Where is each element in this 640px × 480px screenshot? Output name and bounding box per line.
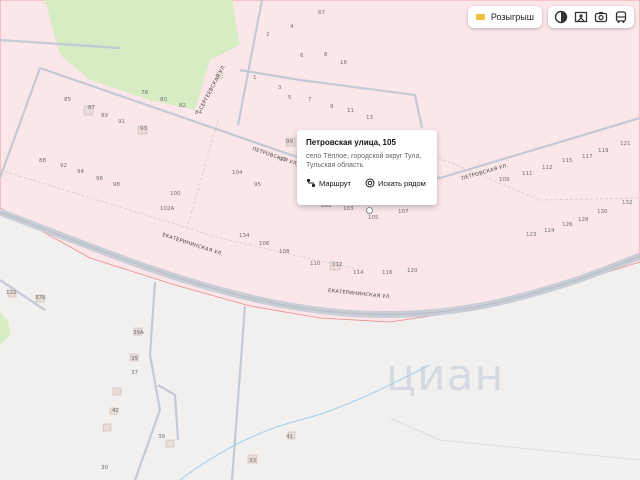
- house-number: 95: [254, 182, 261, 188]
- house-number: 117: [582, 154, 593, 160]
- popup-title: Петровская улица, 105: [306, 138, 396, 147]
- route-icon: [306, 178, 316, 188]
- address-popup: Петровская улица, 105 село Тёплое, город…: [297, 130, 437, 205]
- house-number: 13: [366, 115, 373, 121]
- house-number: 39А: [133, 330, 144, 336]
- house-number: 87: [88, 105, 95, 111]
- house-number: 82: [179, 103, 186, 109]
- watermark: циан: [386, 350, 505, 401]
- house-number: 124: [544, 228, 555, 234]
- house-number: 67: [318, 10, 325, 16]
- promo-label: Розыгрыш: [490, 12, 534, 22]
- house-number: 78: [141, 90, 148, 96]
- house-number: 132: [622, 200, 633, 206]
- house-number: 112: [332, 262, 343, 268]
- house-number: 120: [407, 268, 418, 274]
- house-number: 104: [232, 170, 243, 176]
- house-number: 107: [398, 209, 409, 215]
- house-number: 123: [526, 232, 537, 238]
- house-number: 35: [131, 356, 138, 362]
- house-number: 88: [39, 158, 46, 164]
- house-number: 9: [330, 104, 334, 110]
- house-number: 37Б: [35, 295, 46, 301]
- house-number: 85: [64, 97, 71, 103]
- house-number: 119: [598, 148, 609, 154]
- house-number: 114: [353, 270, 364, 276]
- panorama-icon[interactable]: [572, 8, 590, 26]
- search-nearby-label: Искать рядом: [377, 178, 426, 188]
- house-number: 2: [266, 32, 270, 38]
- house-number: 106: [259, 241, 270, 247]
- house-number: 98: [113, 182, 120, 188]
- house-number: 112: [542, 165, 553, 171]
- house-number: 94: [77, 169, 84, 175]
- map-controls: [548, 6, 634, 28]
- house-number: 130: [597, 209, 608, 215]
- house-number: 96: [96, 176, 103, 182]
- search-nearby-button[interactable]: Искать рядом: [365, 178, 426, 188]
- house-number: 5: [288, 95, 292, 101]
- house-number: 108: [279, 249, 290, 255]
- transport-icon[interactable]: [612, 8, 630, 26]
- house-number: 128: [578, 217, 589, 223]
- house-number: 134: [239, 233, 250, 239]
- popup-subtitle: село Тёплое, городской округ Тула, Тульс…: [306, 153, 422, 169]
- house-number: 110: [310, 261, 321, 267]
- popup-actions: Маршрут Искать рядом: [306, 178, 429, 188]
- house-number: 93: [140, 126, 147, 132]
- house-number: 109: [499, 177, 510, 183]
- house-number: 16: [340, 60, 347, 66]
- house-number: 80: [160, 97, 167, 103]
- house-number: 11: [347, 108, 354, 114]
- house-number: 7: [308, 97, 312, 103]
- house-number: 105: [368, 215, 379, 221]
- house-number: 33: [249, 458, 256, 464]
- house-number: 122: [6, 290, 17, 296]
- house-number: 42: [112, 408, 119, 414]
- house-number: 89: [101, 113, 108, 119]
- house-number: 8: [324, 52, 328, 58]
- house-number: 111: [522, 171, 533, 177]
- promo-button[interactable]: Розыгрыш: [467, 6, 542, 28]
- house-number: 102А: [160, 206, 174, 212]
- map-canvas[interactable]: ПЕТРОВСКАЯ УЛ. ПЕТРОВСКАЯ УЛ. СЕРГЕЕВСКА…: [0, 0, 640, 480]
- house-number: 97: [279, 157, 286, 163]
- house-number: 103: [343, 206, 354, 212]
- house-number: 4: [290, 24, 294, 30]
- house-number: 91: [118, 119, 125, 125]
- route-button[interactable]: Маршрут: [306, 178, 351, 188]
- house-number: 116: [382, 270, 393, 276]
- house-number: 115: [562, 158, 573, 164]
- camera-icon[interactable]: [592, 8, 610, 26]
- location-pin-icon[interactable]: [366, 207, 373, 214]
- house-number: 121: [620, 141, 631, 147]
- route-label: Маршрут: [319, 178, 351, 188]
- house-number: 39: [158, 434, 165, 440]
- house-number: 126: [562, 222, 573, 228]
- search-nearby-icon: [365, 178, 375, 188]
- house-number: 41: [286, 434, 293, 440]
- house-number: 84: [195, 110, 202, 116]
- house-number: 3: [278, 85, 282, 91]
- house-number: 100: [170, 191, 181, 197]
- house-number: 6: [300, 53, 304, 59]
- house-number: 92: [60, 163, 67, 169]
- layers-icon[interactable]: [552, 8, 570, 26]
- house-number: 37: [131, 370, 138, 376]
- house-number: 1: [253, 75, 257, 81]
- ticket-icon: [475, 14, 485, 20]
- map-toolbar: Розыгрыш: [467, 6, 634, 28]
- house-number: 99: [286, 139, 293, 145]
- house-number: 30: [101, 465, 108, 471]
